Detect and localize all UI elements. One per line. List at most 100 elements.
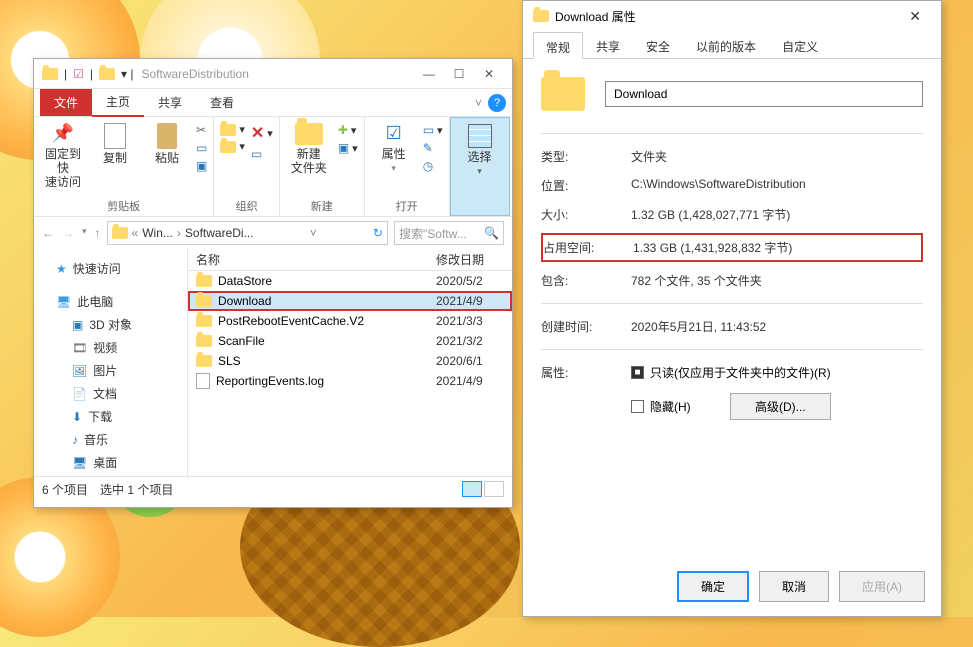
newitem-button[interactable]: ✚▾ [338,123,358,137]
file-name: DataStore [218,274,272,288]
delete-button[interactable]: ✕▾ [251,123,273,143]
col-date[interactable]: 修改日期 [436,251,484,268]
window-title: SoftwareDistribution [142,67,249,81]
view-icons-button[interactable] [484,481,504,497]
nav-desktop[interactable]: 🖥桌面 [38,451,183,474]
status-count: 6 个项目 [42,481,88,498]
help-icon[interactable]: ? [488,94,506,112]
paste-button[interactable]: 粘贴 [144,123,190,165]
chevron-down-icon: ▾ [391,163,396,174]
ok-button[interactable]: 确定 [677,571,749,602]
nav-pictures[interactable]: 🖼图片 [38,359,183,382]
column-headers[interactable]: 名称 修改日期 [188,249,512,271]
history-icon: ◷ [423,159,433,173]
close-button[interactable]: ✕ [474,64,504,84]
newitem-icon: ✚ [338,123,348,137]
tab-general[interactable]: 常规 [533,32,583,59]
file-row[interactable]: DataStore2020/5/2 [188,271,512,291]
qat: | ☑ | ▾ | [42,67,134,81]
nav-downloads[interactable]: ⬇下载 [38,405,183,428]
file-row[interactable]: ReportingEvents.log2021/4/9 [188,371,512,391]
copyto-button[interactable]: ▾ [220,140,245,153]
props-tabs: 常规 共享 安全 以前的版本 自定义 [523,31,941,59]
ribbon: 📌 固定到快 速访问 复制 粘贴 ✂ ▭ ▣ 剪贴板 [34,117,512,217]
advanced-button[interactable]: 高级(D)... [730,393,831,420]
apply-button[interactable]: 应用(A) [839,571,925,602]
crumb-2[interactable]: SoftwareDi... [185,226,254,240]
file-row[interactable]: ScanFile2021/3/2 [188,331,512,351]
file-name: SLS [218,354,241,368]
readonly-checkbox[interactable]: ■ 只读(仅应用于文件夹中的文件)(R) [631,364,831,381]
label-size: 大小: [541,206,631,223]
nav-music[interactable]: ♪音乐 [38,428,183,451]
nav-documents[interactable]: 📄文档 [38,382,183,405]
tab-security[interactable]: 安全 [633,31,683,58]
cut-button[interactable]: ✂ [196,123,207,137]
nav-thispc[interactable]: 🖥此电脑 [38,290,183,313]
tab-home[interactable]: 主页 [92,88,144,117]
pin-quickaccess-button[interactable]: 📌 固定到快 速访问 [40,123,86,190]
folder-name-input[interactable]: Download [605,81,923,107]
paste-shortcut-button[interactable]: ▣ [196,159,207,173]
view-details-button[interactable] [462,481,482,497]
tab-customize[interactable]: 自定义 [769,31,831,58]
tab-file[interactable]: 文件 [40,89,92,116]
minimize-button[interactable]: — [414,64,444,84]
file-row[interactable]: PostRebootEventCache.V22021/3/3 [188,311,512,331]
file-row[interactable]: SLS 2020/6/1 [188,351,512,371]
picture-icon: 🖼 [72,364,87,378]
refresh-button[interactable]: ↻ [373,226,383,240]
forward-button[interactable]: → [62,226,74,240]
explorer-window: | ☑ | ▾ | SoftwareDistribution — ☐ ✕ 文件 … [33,58,513,508]
folder-icon [196,275,212,287]
cancel-button[interactable]: 取消 [759,571,829,602]
qat-overflow[interactable]: ▾ | [121,67,133,81]
crumb-1[interactable]: Win... [142,226,173,240]
address-bar[interactable]: « Win... › SoftwareDi... ˅ ↻ [107,221,388,245]
ribbon-tabstrip: 文件 主页 共享 查看 ˅ ? [34,89,512,117]
edit-button[interactable]: ✎ [423,141,443,155]
ribbon-collapse-icon[interactable]: ˅ [475,96,482,110]
tab-share[interactable]: 共享 [144,89,196,116]
file-name: Download [218,294,271,308]
search-input[interactable]: 搜索"Softw... 🔍 [394,221,504,245]
copyto-icon [220,141,236,153]
easyaccess-button[interactable]: ▣▾ [338,141,358,155]
copypath-button[interactable]: ▭ [196,141,207,155]
file-date: 2020/6/1 [436,354,483,368]
tab-sharing[interactable]: 共享 [583,31,633,58]
nav-3dobjects[interactable]: ▣3D 对象 [38,313,183,336]
copy-button[interactable]: 复制 [92,123,138,165]
tab-previous[interactable]: 以前的版本 [683,31,769,58]
open-button[interactable]: ▭▾ [423,123,443,137]
close-button[interactable]: ✕ [899,6,931,27]
recent-button[interactable]: ▾ [82,226,87,240]
properties-button[interactable]: ☑ 属性 ▾ [371,123,417,174]
history-button[interactable]: ◷ [423,159,443,173]
hidden-checkbox[interactable]: 隐藏(H) [631,398,691,415]
qat-folder-icon[interactable] [99,68,115,80]
nav-videos[interactable]: 🎞视频 [38,336,183,359]
tab-view[interactable]: 查看 [196,89,248,116]
maximize-button[interactable]: ☐ [444,64,474,84]
group-new: 新建 [311,198,333,214]
col-name[interactable]: 名称 [196,251,436,268]
newfolder-button[interactable]: 新建 文件夹 [286,123,332,176]
select-button[interactable]: 选择 ▾ [457,124,503,177]
status-selection: 选中 1 个项目 [100,481,173,498]
crumb-chevron[interactable]: ˅ [310,226,317,240]
copy-icon [104,123,126,149]
up-button[interactable]: ↑ [95,226,101,240]
rename-button[interactable]: ▭ [251,147,273,161]
qat-check-icon[interactable]: ☑ [73,67,84,81]
nav-quickaccess[interactable]: ★快速访问 [38,257,183,280]
folder-icon [196,295,212,307]
explorer-titlebar[interactable]: | ☑ | ▾ | SoftwareDistribution — ☐ ✕ [34,59,512,89]
checkbox-empty-icon [631,400,644,413]
shortcut-icon: ▣ [196,159,207,173]
moveto-button[interactable]: ▾ [220,123,245,136]
props-titlebar[interactable]: Download 属性 ✕ [523,1,941,31]
file-row[interactable]: Download2021/4/9 [188,291,512,311]
checkbox-filled-icon: ■ [631,366,644,379]
back-button[interactable]: ← [42,226,54,240]
